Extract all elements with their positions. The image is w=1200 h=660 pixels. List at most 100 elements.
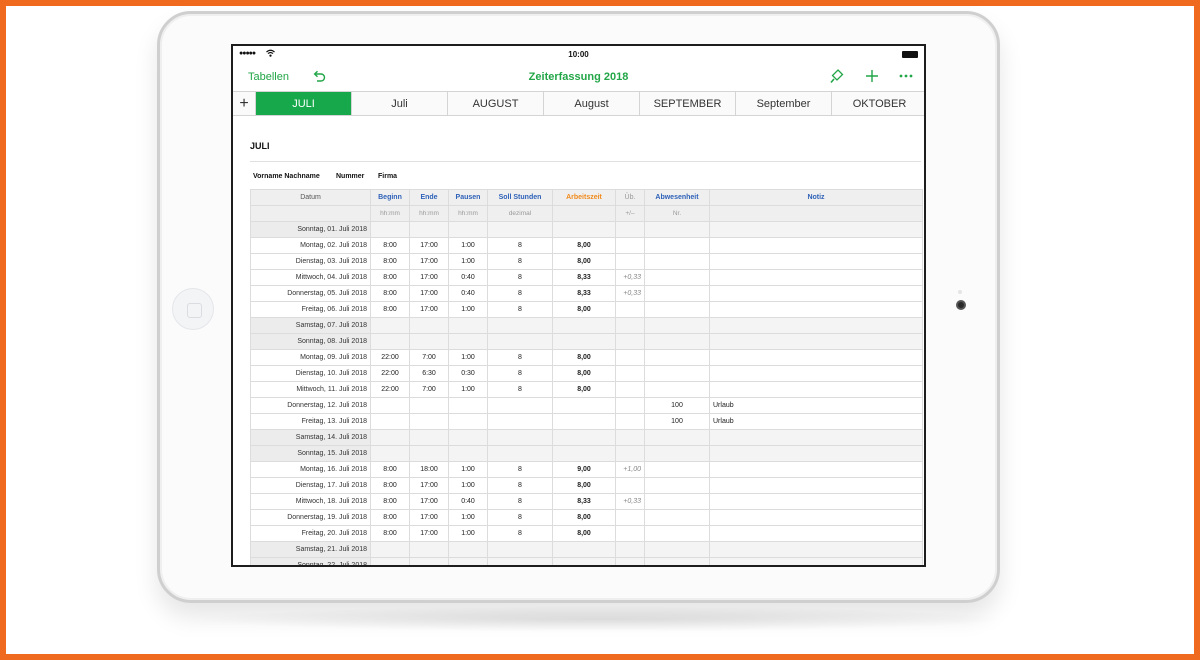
cell-abwesenheit[interactable]	[644, 237, 710, 254]
cell-soll[interactable]: 8	[487, 381, 553, 398]
cell-ende[interactable]	[409, 221, 449, 238]
cell-date[interactable]: Samstag, 07. Juli 2018	[250, 317, 371, 334]
cell-soll[interactable]	[487, 397, 553, 414]
cell-soll[interactable]: 8	[487, 365, 553, 382]
cell-beginn[interactable]	[370, 429, 410, 446]
cell-date[interactable]: Montag, 09. Juli 2018	[250, 349, 371, 366]
cell-ende[interactable]: 17:00	[409, 477, 449, 494]
cell-beginn[interactable]: 8:00	[370, 285, 410, 302]
cell-beginn[interactable]: 8:00	[370, 461, 410, 478]
cell-arbeitszeit[interactable]: 9,00	[552, 461, 616, 478]
cell-ende[interactable]: 17:00	[409, 269, 449, 286]
cell-beginn[interactable]: 8:00	[370, 493, 410, 510]
cell-ub[interactable]	[615, 333, 645, 350]
cell-pausen[interactable]	[448, 221, 488, 238]
cell-ende[interactable]: 17:00	[409, 525, 449, 542]
cell-pausen[interactable]: 1:00	[448, 461, 488, 478]
cell-pausen[interactable]: 1:00	[448, 301, 488, 318]
cell-beginn[interactable]: 8:00	[370, 301, 410, 318]
cell-arbeitszeit[interactable]: 8,00	[552, 365, 616, 382]
cell-beginn[interactable]	[370, 333, 410, 350]
cell-abwesenheit[interactable]	[644, 221, 710, 238]
tab-august-upper[interactable]: AUGUST	[448, 92, 544, 115]
number-label[interactable]: Nummer	[336, 173, 364, 180]
cell-pausen[interactable]: 0:40	[448, 493, 488, 510]
cell-date[interactable]: Montag, 02. Juli 2018	[250, 237, 371, 254]
subheader-soll[interactable]: dezimal	[487, 205, 553, 222]
cell-soll[interactable]: 8	[487, 237, 553, 254]
cell-abwesenheit[interactable]	[644, 509, 710, 526]
cell-soll[interactable]: 8	[487, 269, 553, 286]
header-abwesenheit[interactable]: Abwesenheit	[644, 189, 710, 206]
cell-soll[interactable]	[487, 429, 553, 446]
cell-pausen[interactable]: 0:40	[448, 285, 488, 302]
tab-juli-upper[interactable]: JULI	[256, 92, 352, 115]
cell-date[interactable]: Donnerstag, 05. Juli 2018	[250, 285, 371, 302]
header-ub[interactable]: Üb.	[615, 189, 645, 206]
header-soll[interactable]: Soll Stunden	[487, 189, 553, 206]
cell-soll[interactable]: 8	[487, 301, 553, 318]
cell-notiz[interactable]	[709, 477, 923, 494]
cell-soll[interactable]: 8	[487, 461, 553, 478]
cell-pausen[interactable]	[448, 413, 488, 430]
cell-ende[interactable]: 17:00	[409, 493, 449, 510]
cell-abwesenheit[interactable]	[644, 525, 710, 542]
cell-ub[interactable]	[615, 541, 645, 558]
cell-date[interactable]: Sonntag, 15. Juli 2018	[250, 445, 371, 462]
cell-date[interactable]: Mittwoch, 18. Juli 2018	[250, 493, 371, 510]
cell-pausen[interactable]: 1:00	[448, 509, 488, 526]
cell-ende[interactable]	[409, 557, 449, 565]
cell-ende[interactable]	[409, 445, 449, 462]
cell-soll[interactable]	[487, 413, 553, 430]
header-ende[interactable]: Ende	[409, 189, 449, 206]
cell-beginn[interactable]: 8:00	[370, 509, 410, 526]
cell-abwesenheit[interactable]	[644, 333, 710, 350]
cell-arbeitszeit[interactable]: 8,00	[552, 237, 616, 254]
cell-ub[interactable]	[615, 477, 645, 494]
cell-soll[interactable]: 8	[487, 349, 553, 366]
cell-ub[interactable]	[615, 557, 645, 565]
header-datum[interactable]: Datum	[250, 189, 371, 206]
cell-abwesenheit[interactable]	[644, 493, 710, 510]
cell-arbeitszeit[interactable]: 8,00	[552, 525, 616, 542]
cell-notiz[interactable]	[709, 557, 923, 565]
cell-arbeitszeit[interactable]	[552, 221, 616, 238]
cell-notiz[interactable]	[709, 493, 923, 510]
cell-abwesenheit[interactable]	[644, 429, 710, 446]
cell-notiz[interactable]	[709, 237, 923, 254]
cell-ende[interactable]: 17:00	[409, 285, 449, 302]
cell-beginn[interactable]	[370, 541, 410, 558]
cell-date[interactable]: Freitag, 06. Juli 2018	[250, 301, 371, 318]
cell-pausen[interactable]: 1:00	[448, 381, 488, 398]
plus-icon[interactable]	[864, 68, 880, 84]
subheader-abwesenheit[interactable]: Nr.	[644, 205, 710, 222]
cell-notiz[interactable]: Urlaub	[709, 397, 923, 414]
cell-ub[interactable]	[615, 301, 645, 318]
cell-ende[interactable]	[409, 413, 449, 430]
cell-ende[interactable]: 17:00	[409, 237, 449, 254]
tab-august[interactable]: August	[544, 92, 640, 115]
cell-ende[interactable]	[409, 333, 449, 350]
cell-ub[interactable]	[615, 237, 645, 254]
cell-notiz[interactable]	[709, 301, 923, 318]
cell-arbeitszeit[interactable]	[552, 413, 616, 430]
cell-beginn[interactable]: 8:00	[370, 237, 410, 254]
cell-date[interactable]: Freitag, 13. Juli 2018	[250, 413, 371, 430]
cell-abwesenheit[interactable]: 100	[644, 413, 710, 430]
cell-notiz[interactable]	[709, 509, 923, 526]
subheader-beginn[interactable]: hh:mm	[370, 205, 410, 222]
cell-ub[interactable]: +0,33	[615, 285, 645, 302]
cell-ub[interactable]	[615, 525, 645, 542]
cell-arbeitszeit[interactable]	[552, 541, 616, 558]
add-sheet-button[interactable]: +	[233, 92, 256, 115]
cell-ub[interactable]	[615, 413, 645, 430]
cell-arbeitszeit[interactable]: 8,00	[552, 301, 616, 318]
cell-ende[interactable]	[409, 429, 449, 446]
cell-abwesenheit[interactable]	[644, 541, 710, 558]
cell-arbeitszeit[interactable]: 8,00	[552, 509, 616, 526]
cell-date[interactable]: Dienstag, 17. Juli 2018	[250, 477, 371, 494]
cell-abwesenheit[interactable]	[644, 301, 710, 318]
cell-soll[interactable]: 8	[487, 253, 553, 270]
tab-september-upper[interactable]: SEPTEMBER	[640, 92, 736, 115]
cell-ub[interactable]	[615, 253, 645, 270]
